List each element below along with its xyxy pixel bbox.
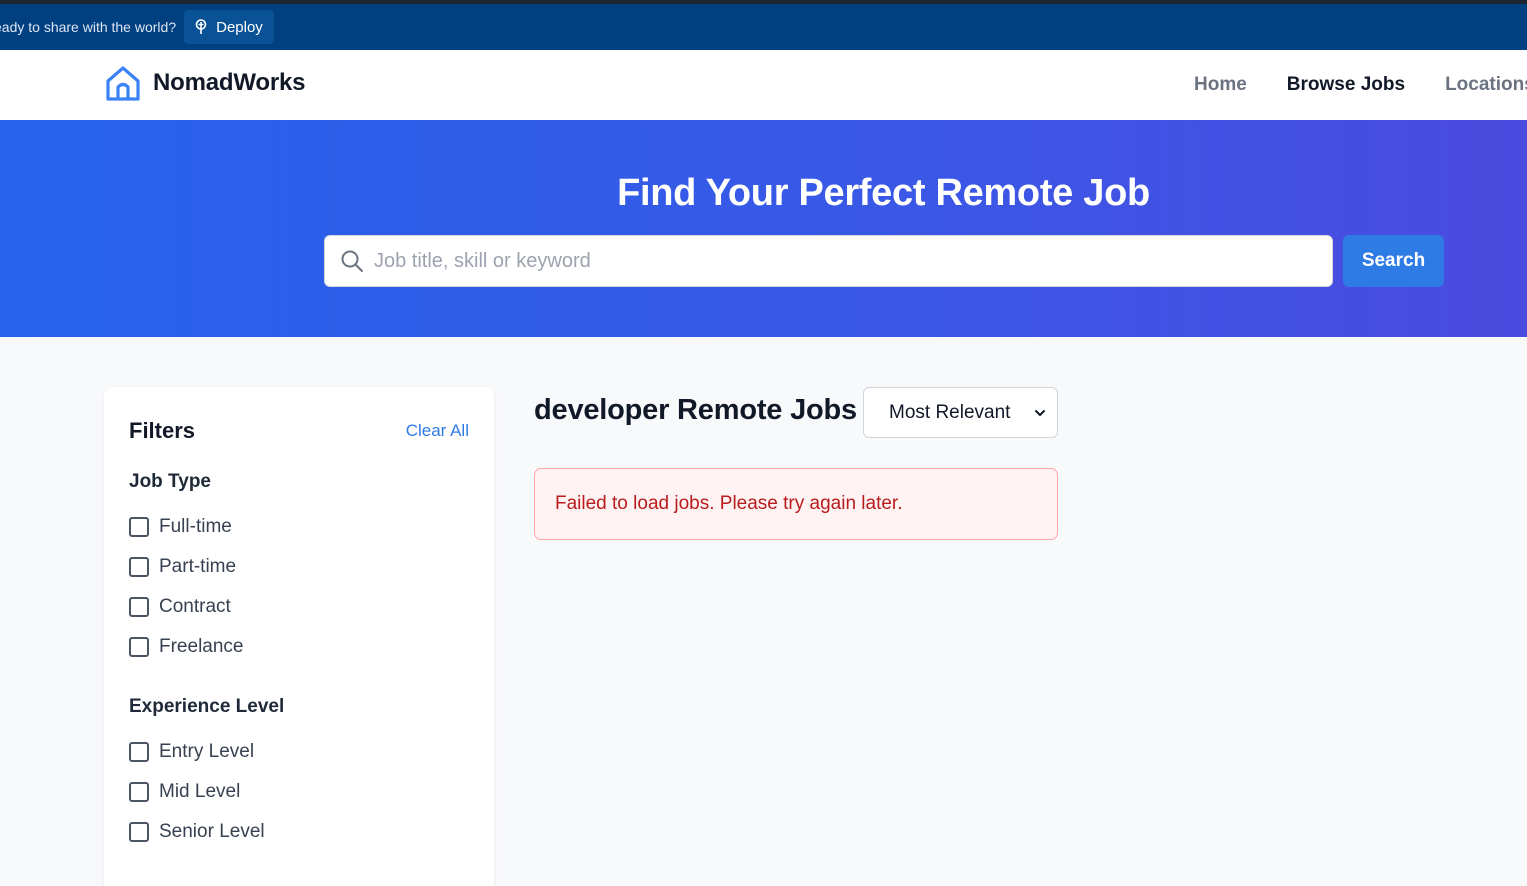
search-icon [341, 250, 363, 272]
checkbox[interactable] [129, 822, 149, 842]
checkbox[interactable] [129, 597, 149, 617]
job-type-heading: Job Type [129, 471, 211, 492]
deploy-button-label: Deploy [216, 18, 263, 36]
filters-panel: Filters Clear All Job Type Full-time Par… [104, 387, 494, 886]
filter-option-label: Senior Level [159, 821, 265, 842]
error-message: Failed to load jobs. Please try again la… [555, 493, 903, 514]
checkbox[interactable] [129, 517, 149, 537]
site-header: NomadWorks Home Browse Jobs Locations [0, 50, 1527, 120]
sort-select[interactable]: Most Relevant [863, 387, 1058, 438]
deploy-bar: eady to share with the world? Deploy [0, 4, 1527, 50]
checkbox[interactable] [129, 742, 149, 762]
checkbox[interactable] [129, 782, 149, 802]
nav-link-locations[interactable]: Locations [1445, 74, 1527, 96]
chevron-down-icon [1035, 410, 1045, 416]
filter-option-freelance[interactable]: Freelance [129, 636, 244, 658]
filter-option-part-time[interactable]: Part-time [129, 556, 236, 578]
checkbox[interactable] [129, 637, 149, 657]
filter-option-contract[interactable]: Contract [129, 596, 231, 618]
hero-banner: Find Your Perfect Remote Job Search [0, 120, 1527, 337]
filter-option-label: Mid Level [159, 781, 241, 802]
filter-option-label: Full-time [159, 516, 232, 537]
results-title: developer Remote Jobs [534, 394, 857, 426]
search-box [324, 235, 1333, 287]
search-button[interactable]: Search [1343, 235, 1444, 287]
hero-title: Find Your Perfect Remote Job [617, 172, 1150, 214]
main-nav: Home Browse Jobs Locations [1194, 74, 1527, 96]
search-input[interactable] [374, 249, 1274, 273]
filter-option-entry-level[interactable]: Entry Level [129, 741, 254, 763]
home-icon [106, 66, 140, 101]
filter-option-label: Part-time [159, 556, 237, 577]
filter-option-label: Contract [159, 596, 231, 617]
filters-title: Filters [129, 418, 196, 443]
filter-option-label: Freelance [159, 636, 244, 657]
deploy-button[interactable]: Deploy [184, 10, 274, 44]
checkbox[interactable] [129, 557, 149, 577]
brand-logo-link[interactable]: NomadWorks [104, 64, 305, 102]
nav-link-home[interactable]: Home [1194, 74, 1247, 96]
clear-all-link[interactable]: Clear All [406, 421, 469, 441]
filter-option-full-time[interactable]: Full-time [129, 516, 232, 538]
deploy-icon [195, 19, 207, 34]
experience-level-heading: Experience Level [129, 696, 285, 717]
error-alert: Failed to load jobs. Please try again la… [534, 468, 1058, 540]
nav-link-browse-jobs[interactable]: Browse Jobs [1287, 74, 1405, 96]
brand-name: NomadWorks [153, 69, 306, 96]
filter-option-label: Entry Level [159, 741, 255, 762]
sort-selected-value: Most Relevant [889, 401, 1011, 423]
filter-option-senior-level[interactable]: Senior Level [129, 821, 265, 843]
filter-option-mid-level[interactable]: Mid Level [129, 781, 240, 803]
deploy-prompt: eady to share with the world? [0, 19, 177, 35]
